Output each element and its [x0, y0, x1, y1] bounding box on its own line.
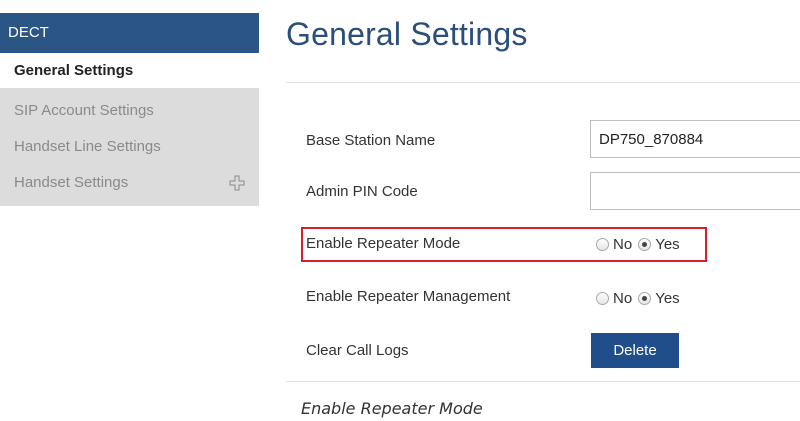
repeater-management-label: Enable Repeater Management: [306, 288, 511, 305]
repeater-mode-no-radio[interactable]: [596, 237, 609, 251]
radio-label-yes: Yes: [655, 235, 680, 253]
sidebar-item-sip-account-settings[interactable]: SIP Account Settings: [0, 93, 259, 129]
admin-pin-label: Admin PIN Code: [306, 183, 418, 200]
base-station-name-label: Base Station Name: [306, 132, 436, 149]
figure-caption: Enable Repeater Mode: [301, 399, 483, 418]
admin-pin-input[interactable]: [590, 172, 800, 210]
repeater-management-no-radio[interactable]: [596, 291, 609, 305]
sidebar-header[interactable]: DECT: [0, 13, 259, 53]
repeater-management-radio-group: No Yes: [596, 288, 686, 308]
radio-label-no: No: [613, 235, 633, 253]
repeater-mode-yes-radio[interactable]: [638, 237, 652, 251]
repeater-mode-radio-group: No Yes: [596, 234, 686, 254]
sidebar-item-label: Handset Settings: [14, 174, 129, 191]
clear-call-logs-label: Clear Call Logs: [306, 342, 409, 359]
page-title: General Settings: [286, 16, 528, 52]
sidebar-item-handset-line-settings[interactable]: Handset Line Settings: [0, 129, 259, 165]
repeater-mode-label: Enable Repeater Mode: [306, 235, 461, 252]
radio-label-yes: Yes: [655, 289, 680, 307]
title-divider: [286, 82, 800, 83]
expand-plus-icon[interactable]: [229, 175, 245, 191]
repeater-management-yes-radio[interactable]: [638, 291, 652, 305]
base-station-name-input[interactable]: [590, 120, 800, 158]
sidebar-group: SIP Account Settings Handset Line Settin…: [0, 88, 259, 206]
sidebar-item-general-settings[interactable]: General Settings: [0, 53, 259, 88]
delete-button[interactable]: Delete: [591, 333, 679, 368]
sidebar: DECT General Settings SIP Account Settin…: [0, 13, 259, 206]
radio-label-no: No: [613, 289, 633, 307]
sidebar-item-handset-settings[interactable]: Handset Settings: [0, 165, 259, 201]
bottom-divider: [286, 381, 800, 382]
